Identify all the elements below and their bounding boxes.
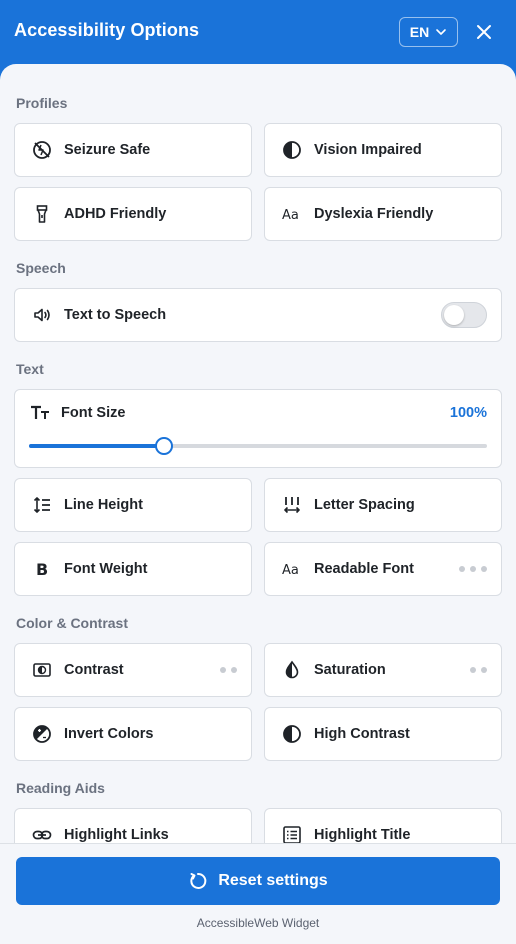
option-font-weight[interactable]: B Font Weight xyxy=(14,542,252,596)
widget-footer: Reset settings AccessibleWeb Widget xyxy=(0,843,516,944)
option-highlight-links[interactable]: Highlight Links xyxy=(14,808,252,843)
flashlight-icon xyxy=(31,203,53,225)
option-label: Letter Spacing xyxy=(314,497,415,513)
invert-icon xyxy=(31,723,53,745)
option-letter-spacing[interactable]: Letter Spacing xyxy=(264,478,502,532)
text-to-speech-toggle[interactable] xyxy=(441,302,487,328)
list-icon xyxy=(281,824,303,843)
link-icon xyxy=(31,824,53,843)
profile-seizure-safe[interactable]: Seizure Safe xyxy=(14,123,252,177)
half-circle-icon xyxy=(281,139,303,161)
option-label: Contrast xyxy=(64,662,124,678)
option-highlight-title[interactable]: Highlight Title xyxy=(264,808,502,843)
slider-fill xyxy=(29,444,165,448)
section-color-contrast: Color & Contrast xyxy=(16,615,128,631)
section-text: Text xyxy=(16,361,44,377)
seizure-safe-icon xyxy=(31,139,53,161)
speaker-icon xyxy=(31,304,53,326)
option-label: Highlight Title xyxy=(314,827,411,843)
profile-vision-impaired[interactable]: Vision Impaired xyxy=(264,123,502,177)
option-label: Readable Font xyxy=(314,561,414,577)
text-to-speech-row: Text to Speech xyxy=(14,288,502,342)
option-line-height[interactable]: Line Height xyxy=(14,478,252,532)
close-icon xyxy=(477,25,491,39)
droplet-icon xyxy=(281,659,303,681)
readable-font-step-dots xyxy=(459,566,487,572)
chevron-down-icon xyxy=(436,29,447,35)
section-reading-aids: Reading Aids xyxy=(16,780,105,796)
option-invert-colors[interactable]: Invert Colors xyxy=(14,707,252,761)
widget-title: Accessibility Options xyxy=(14,20,200,40)
toggle-knob xyxy=(444,305,464,325)
aa-icon: Aa xyxy=(281,203,303,225)
reset-settings-button[interactable]: Reset settings xyxy=(16,857,500,905)
language-code: EN xyxy=(409,24,430,40)
option-label: Font Weight xyxy=(64,561,148,577)
profile-dyslexia-friendly[interactable]: Aa Dyslexia Friendly xyxy=(264,187,502,241)
font-size-slider[interactable] xyxy=(29,437,487,455)
options-panel: Profiles Seizure Safe Vision Impaired AD… xyxy=(0,64,516,944)
half-circle-icon xyxy=(281,723,303,745)
widget-branding: AccessibleWeb Widget xyxy=(196,916,320,930)
option-readable-font[interactable]: Aa Readable Font xyxy=(264,542,502,596)
close-button[interactable] xyxy=(474,22,494,42)
svg-text:B: B xyxy=(36,560,48,579)
option-label: Highlight Links xyxy=(64,827,169,843)
letter-spacing-icon xyxy=(281,494,303,516)
reset-icon xyxy=(190,872,207,889)
option-label: High Contrast xyxy=(314,726,410,742)
options-scroll-area[interactable]: Profiles Seizure Safe Vision Impaired AD… xyxy=(0,64,516,843)
font-size-control: Font Size 100% xyxy=(14,389,502,468)
section-speech: Speech xyxy=(16,260,66,276)
contrast-step-dots xyxy=(220,667,237,673)
contrast-icon xyxy=(31,659,53,681)
option-high-contrast[interactable]: High Contrast xyxy=(264,707,502,761)
font-size-label: Font Size xyxy=(61,405,126,421)
language-selector[interactable]: EN xyxy=(399,17,458,47)
reset-settings-label: Reset settings xyxy=(218,872,328,889)
profile-label: Vision Impaired xyxy=(314,142,422,158)
saturation-step-dots xyxy=(470,667,487,673)
option-label: Line Height xyxy=(64,497,143,513)
bold-b-icon: B xyxy=(31,558,53,580)
text-size-icon xyxy=(31,405,49,419)
aa-icon: Aa xyxy=(281,558,303,580)
line-height-icon xyxy=(31,494,53,516)
svg-text:Aa: Aa xyxy=(282,208,299,223)
svg-text:Aa: Aa xyxy=(282,563,299,578)
font-size-value: 100% xyxy=(449,405,487,421)
profile-adhd-friendly[interactable]: ADHD Friendly xyxy=(14,187,252,241)
option-contrast[interactable]: Contrast xyxy=(14,643,252,697)
profile-label: Seizure Safe xyxy=(64,142,151,158)
text-to-speech-label: Text to Speech xyxy=(64,307,167,323)
profile-label: ADHD Friendly xyxy=(64,206,167,222)
profile-label: Dyslexia Friendly xyxy=(314,206,434,222)
option-label: Saturation xyxy=(314,662,386,678)
slider-thumb[interactable] xyxy=(155,437,174,455)
option-label: Invert Colors xyxy=(64,726,154,742)
option-saturation[interactable]: Saturation xyxy=(264,643,502,697)
section-profiles: Profiles xyxy=(16,95,68,111)
